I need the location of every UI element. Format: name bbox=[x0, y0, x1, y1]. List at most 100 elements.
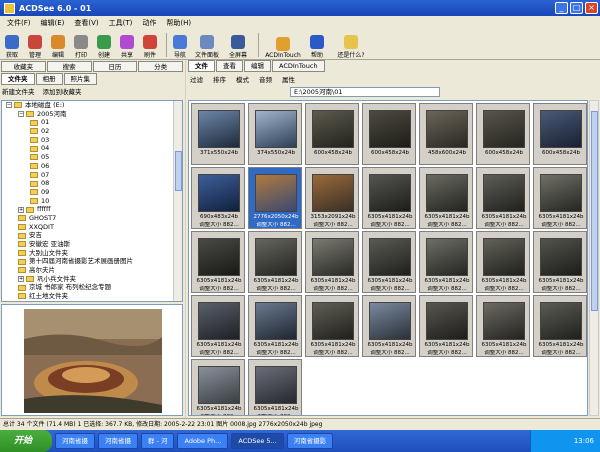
print-button[interactable]: 打印 bbox=[71, 35, 91, 59]
menu-edit[interactable]: 编辑(E) bbox=[36, 18, 70, 28]
expander-icon[interactable]: + bbox=[18, 276, 24, 283]
thumbnail[interactable]: 6305x4181x24b 调整大小 882... bbox=[191, 295, 245, 357]
tab-file[interactable]: 文件 bbox=[188, 60, 215, 72]
expander-icon[interactable]: − bbox=[18, 111, 24, 118]
sort-button[interactable]: 排序 bbox=[213, 74, 226, 84]
thumbnail[interactable]: 6305x4181x24b 调整大小 882... bbox=[191, 231, 245, 293]
thumbnail[interactable]: 6305x4181x24b 调整大小 882... bbox=[248, 295, 302, 357]
tree-item[interactable]: 京城 书郎家 布列松纪念专题 bbox=[2, 283, 182, 292]
full-screen-button[interactable]: 全屏幕 bbox=[224, 35, 252, 59]
folder-tree[interactable]: − 本地磁盘 (E:) −2005河南 01 02 03 04 05 06 07 08 09 10 + ff… bbox=[1, 100, 183, 302]
tree-item[interactable]: 06 bbox=[2, 162, 182, 171]
tab-photo-sets[interactable]: 照片集 bbox=[63, 73, 97, 85]
thumbnail[interactable]: 2776x2050x24b 调整大小 882... bbox=[248, 167, 302, 229]
tab-albums[interactable]: 相册 bbox=[35, 73, 63, 85]
expander-icon[interactable]: + bbox=[18, 206, 24, 213]
properties-button[interactable]: 属性 bbox=[282, 74, 295, 84]
thumbnail[interactable]: 371x550x24b bbox=[191, 103, 245, 165]
manage-button[interactable]: 管理 bbox=[25, 35, 45, 59]
tree-scrollbar[interactable] bbox=[173, 101, 182, 301]
tree-item[interactable]: 第十四届河南省摄影艺术展画册图片 bbox=[2, 257, 182, 266]
acquire-button[interactable]: 获取 bbox=[2, 35, 22, 59]
edit-button[interactable]: 编辑 bbox=[48, 35, 68, 59]
scrollbar-thumb[interactable] bbox=[591, 111, 598, 311]
thumbnail[interactable]: 600x458x24b bbox=[362, 103, 416, 165]
grid-scrollbar[interactable] bbox=[589, 100, 599, 416]
taskbar-button[interactable]: Adobe Ph... bbox=[177, 433, 229, 449]
thumbnail[interactable]: 6305x4181x24b 调整大小 882... bbox=[248, 359, 302, 415]
mode-button[interactable]: 模式 bbox=[236, 74, 249, 84]
tab-acdintouch[interactable]: ACDInTouch bbox=[272, 60, 325, 72]
acdintouch-button[interactable]: ACDInTouch bbox=[262, 37, 304, 59]
thumbnail[interactable]: 6305x4181x24b 调整大小 882... bbox=[419, 167, 473, 229]
tree-item[interactable]: 09 bbox=[2, 188, 182, 197]
menu-file[interactable]: 文件(F) bbox=[2, 18, 36, 28]
tab-search[interactable]: 搜索 bbox=[46, 61, 92, 72]
audio-button[interactable]: 音频 bbox=[259, 74, 272, 84]
tree-item[interactable]: 07 bbox=[2, 171, 182, 180]
menu-help[interactable]: 帮助(H) bbox=[161, 18, 196, 28]
thumbnail[interactable]: 600x458x24b bbox=[305, 103, 359, 165]
thumbnail[interactable]: 6305x4181x24b 调整大小 882... bbox=[533, 295, 587, 357]
thumbnail[interactable]: 6305x4181x24b 调整大小 882... bbox=[476, 167, 530, 229]
thumbnail[interactable]: 6305x4181x24b 调整大小 882... bbox=[248, 231, 302, 293]
tree-item[interactable]: 安徽宏 亚油斯 bbox=[2, 240, 182, 249]
thumbnail[interactable]: 6305x4181x24b 调整大小 882... bbox=[419, 295, 473, 357]
help-button[interactable]: 帮助 bbox=[307, 35, 327, 59]
thumbnail[interactable]: 6305x4181x24b 调整大小 882... bbox=[533, 167, 587, 229]
tab-edit[interactable]: 编辑 bbox=[244, 60, 271, 72]
taskbar-button[interactable]: 河南省摄影 bbox=[286, 433, 334, 449]
taskbar-button[interactable]: 河南省摄 bbox=[98, 433, 138, 449]
thumbnail[interactable]: 6305x4181x24b 调整大小 882... bbox=[533, 231, 587, 293]
scrollbar-thumb[interactable] bbox=[175, 151, 182, 191]
thumbnail[interactable]: 600x458x24b bbox=[476, 103, 530, 165]
tree-item[interactable]: 红土地文件夹 bbox=[2, 292, 182, 301]
path-input[interactable]: E:\2005河南\01 bbox=[290, 87, 440, 97]
thumbnail[interactable]: 600x458x24b bbox=[533, 103, 587, 165]
tree-item[interactable]: 高尔夫片 bbox=[2, 266, 182, 275]
menu-view[interactable]: 查看(V) bbox=[69, 18, 103, 28]
thumbnail[interactable]: 6305x4181x24b 调整大小 882... bbox=[362, 167, 416, 229]
thumbnail[interactable]: 6305x4181x24b 调整大小 882... bbox=[362, 295, 416, 357]
tree-item[interactable]: XXQDIT bbox=[2, 223, 182, 232]
thumbnail[interactable]: 6305x4181x24b 调整大小 882... bbox=[305, 295, 359, 357]
tab-categories[interactable]: 分类 bbox=[138, 61, 183, 72]
tab-folders[interactable]: 文件夹 bbox=[1, 73, 35, 85]
menu-actions[interactable]: 动作 bbox=[137, 18, 161, 28]
filter-button[interactable]: 过滤 bbox=[190, 74, 203, 84]
tab-view[interactable]: 查看 bbox=[216, 60, 243, 72]
thumbnail[interactable]: 6305x4181x24b 调整大小 882... bbox=[419, 231, 473, 293]
create-button[interactable]: 创建 bbox=[94, 35, 114, 59]
burn-button[interactable]: 刷件 bbox=[140, 35, 160, 59]
tree-item[interactable]: 01 bbox=[2, 118, 182, 127]
thumbnail[interactable]: 6305x4181x24b 调整大小 882... bbox=[305, 231, 359, 293]
thumbnail[interactable]: 690x483x24b 调整大小 882... bbox=[191, 167, 245, 229]
expander-icon[interactable]: − bbox=[6, 102, 12, 109]
tree-item[interactable]: 02 bbox=[2, 127, 182, 136]
close-button[interactable]: × bbox=[585, 2, 598, 14]
whats-this-button[interactable]: 还是什么? bbox=[330, 35, 372, 59]
tree-item[interactable]: − 本地磁盘 (E:) bbox=[2, 101, 182, 110]
menu-tools[interactable]: 工具(T) bbox=[104, 18, 138, 28]
maximize-button[interactable]: □ bbox=[570, 2, 583, 14]
thumbnail[interactable]: 6305x4181x24b 调整大小 882... bbox=[362, 231, 416, 293]
minimize-button[interactable]: _ bbox=[555, 2, 568, 14]
tree-item[interactable]: 03 bbox=[2, 136, 182, 145]
taskbar-button[interactable]: 群 - 河 bbox=[141, 433, 175, 449]
file-panel-button[interactable]: 文件面板 bbox=[193, 35, 221, 59]
tree-item[interactable]: 安吉 bbox=[2, 231, 182, 240]
taskbar-button[interactable]: 河南省摄 bbox=[55, 433, 95, 449]
tree-item[interactable]: 08 bbox=[2, 179, 182, 188]
thumbnail[interactable]: 3153x2091x24b 调整大小 882... bbox=[305, 167, 359, 229]
tab-favorites[interactable]: 收藏夹 bbox=[1, 61, 46, 72]
new-folder-button[interactable]: 新建文件夹 bbox=[2, 86, 35, 96]
tree-item[interactable]: 10 bbox=[2, 197, 182, 206]
thumbnail[interactable]: 458x600x24b bbox=[419, 103, 473, 165]
tree-item[interactable]: 05 bbox=[2, 153, 182, 162]
share-button[interactable]: 共享 bbox=[117, 35, 137, 59]
thumbnail[interactable]: 6305x4181x24b 调整大小 882... bbox=[476, 231, 530, 293]
thumbnail[interactable]: 374x550x24b bbox=[248, 103, 302, 165]
taskbar-button[interactable]: ACDSee 5... bbox=[231, 433, 284, 449]
thumbnail[interactable]: 6305x4181x24b 调整大小 882... bbox=[476, 295, 530, 357]
tree-item[interactable]: 04 bbox=[2, 144, 182, 153]
